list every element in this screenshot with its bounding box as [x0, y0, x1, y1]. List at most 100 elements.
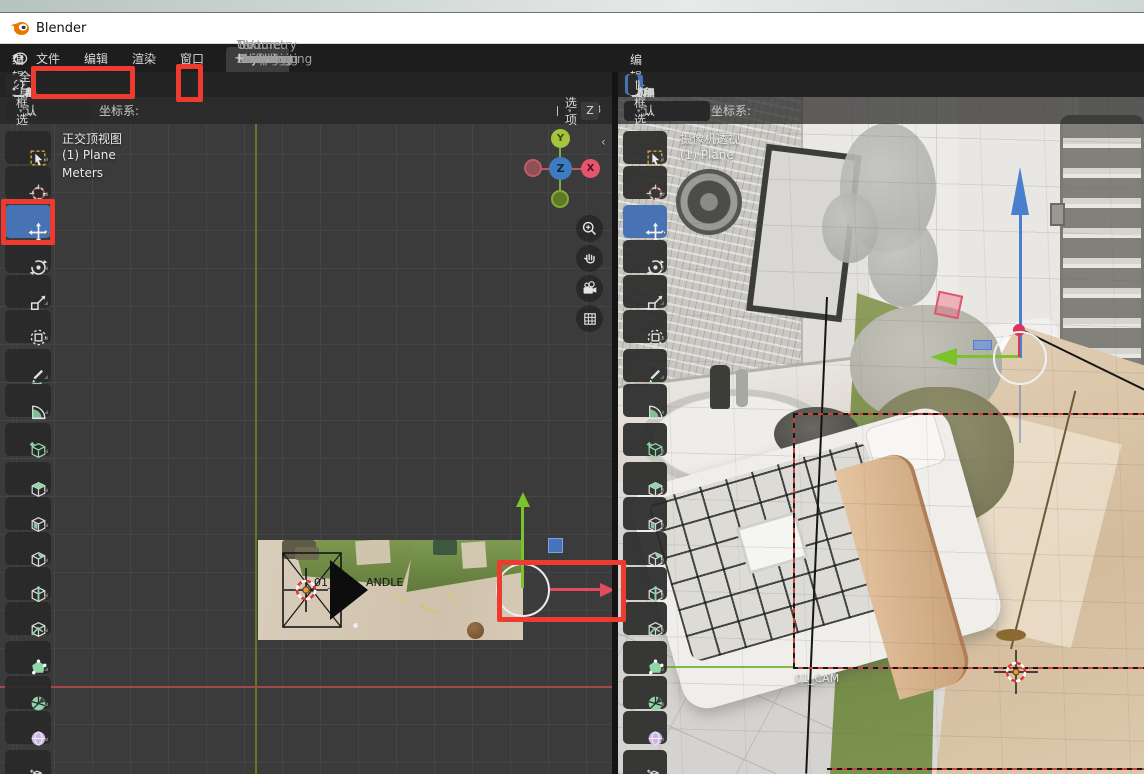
- tool-settings-right: 坐标系: 默认 ▾ 拖... 框选 ▾: [618, 97, 1144, 124]
- gizmo-center-circle[interactable]: [993, 331, 1047, 385]
- floor-marking: [448, 592, 457, 603]
- pan-hand-button[interactable]: [576, 245, 603, 272]
- desktop-strip: [0, 0, 1144, 13]
- blender-window: Blender 文件编辑渲染窗口帮助 LayoutModelingSculpti…: [0, 0, 1144, 774]
- tool-cursor-left[interactable]: [5, 166, 51, 199]
- chevron-down-icon: ▾: [568, 107, 572, 115]
- x-axis-line: [0, 686, 612, 688]
- nav-z-axis[interactable]: Z: [549, 157, 572, 180]
- nav-y-negative[interactable]: [551, 190, 569, 208]
- toggle-grid-button[interactable]: [576, 305, 603, 332]
- coord-label: 坐标系:: [99, 102, 139, 119]
- sidebar-collapse-arrow[interactable]: ‹: [601, 135, 606, 149]
- tool-add-cube-left[interactable]: [5, 423, 51, 456]
- tool-settings-left: 坐标系: 默认 ▾ 拖... 框选 ▾ XYZ 选项 ▾: [0, 97, 612, 124]
- chevron-down-icon: ▾: [19, 107, 23, 115]
- axis-toggle-z[interactable]: Z: [581, 102, 599, 120]
- tool-knife-left[interactable]: [5, 602, 51, 635]
- tool-edge-slide-right[interactable]: [623, 750, 667, 774]
- tool-move-right[interactable]: [623, 205, 667, 238]
- viewport-left[interactable]: 01_ ANDLE 正交顶视图 (1) Plane Meters ‹ Y X Z: [0, 97, 612, 774]
- menu-file[interactable]: 文件: [36, 50, 60, 67]
- camera-border-left: [793, 413, 795, 668]
- tool-poly-build-left[interactable]: [5, 641, 51, 674]
- 3d-cursor-icon: [283, 567, 329, 613]
- tool-smooth-left[interactable]: [5, 711, 51, 744]
- titlebar[interactable]: Blender: [0, 13, 1144, 44]
- annotation-mode-dropdown: [31, 66, 135, 99]
- gizmo-z-arrowhead[interactable]: [1011, 167, 1029, 215]
- viewport-right[interactable]: 01_CAM 摄像机透视 (1) Plane: [618, 97, 1144, 774]
- window-title: Blender: [36, 21, 86, 36]
- object-label: (1) Plane: [680, 148, 734, 162]
- viewport-header-right: ▾ 编辑模式 ▾ 视图选择添加网格顶点边面UV: [618, 72, 1144, 97]
- orientation-dropdown-partial[interactable]: [628, 74, 638, 95]
- y-axis-line: [658, 666, 794, 668]
- tool-inset-faces-right[interactable]: [623, 497, 667, 530]
- y-axis-line: [255, 97, 257, 774]
- 3d-cursor-icon: [993, 649, 1039, 695]
- nav-x-negative[interactable]: [524, 159, 542, 177]
- nav-x-positive[interactable]: X: [581, 159, 600, 178]
- tool-annotate-left[interactable]: [5, 349, 51, 382]
- tool-rotate-right[interactable]: [623, 240, 667, 273]
- tool-loop-cut-right[interactable]: [623, 567, 667, 600]
- gizmo-plane-handle-blue[interactable]: [973, 340, 992, 350]
- view-label: 正交顶视图: [62, 130, 122, 147]
- object-label: (1) Plane: [62, 148, 116, 162]
- zoom-button[interactable]: [576, 215, 603, 242]
- gizmo-plane-handle-red[interactable]: [934, 291, 963, 320]
- blender-logo-icon: [10, 19, 30, 37]
- tool-smooth-right[interactable]: [623, 711, 667, 744]
- menu-edit[interactable]: 编辑: [84, 50, 108, 67]
- render-scene: [618, 97, 1144, 774]
- tool-scale-right[interactable]: [623, 275, 667, 308]
- gizmo-y-arrowhead[interactable]: [930, 348, 957, 366]
- tool-poly-build-right[interactable]: [623, 641, 667, 674]
- scene-wireframe-overlay: [618, 97, 1144, 774]
- tool-bevel-right[interactable]: [623, 532, 667, 565]
- tool-extrude-region-left[interactable]: [5, 462, 51, 495]
- tool-scale-left[interactable]: [5, 275, 51, 308]
- tool-select-box-left[interactable]: [5, 131, 51, 164]
- select-box-dropdown[interactable]: 框选 ▾: [9, 101, 23, 121]
- options-dropdown[interactable]: 选项 ▾: [558, 101, 572, 121]
- menubar: 文件编辑渲染窗口帮助 LayoutModelingSculptingUV Edi…: [0, 44, 1144, 72]
- camera-view-button[interactable]: [576, 275, 603, 302]
- coord-label: 坐标系:: [711, 102, 751, 119]
- tool-select-box-right[interactable]: [623, 131, 667, 164]
- photo-object: [467, 622, 484, 639]
- tool-add-cube-right[interactable]: [623, 423, 667, 456]
- view-label: 摄像机透视: [680, 130, 740, 147]
- add-workspace-button[interactable]: +: [226, 46, 253, 72]
- tool-measure-left[interactable]: [5, 384, 51, 417]
- tool-extrude-region-right[interactable]: [623, 462, 667, 495]
- nav-gizmo[interactable]: Y X Z: [524, 129, 600, 215]
- tool-spin-left[interactable]: [5, 676, 51, 709]
- nav-y-positive[interactable]: Y: [551, 129, 570, 148]
- floor-marking: [420, 605, 436, 614]
- tool-spin-right[interactable]: [623, 676, 667, 709]
- orientation-axes-icon: [633, 78, 647, 92]
- tool-measure-right[interactable]: [623, 384, 667, 417]
- tool-cursor-right[interactable]: [623, 166, 667, 199]
- tool-transform-right[interactable]: [623, 310, 667, 343]
- select-box-dropdown[interactable]: 框选 ▾: [627, 101, 641, 121]
- tool-loop-cut-left[interactable]: [5, 567, 51, 600]
- camera-border-bottom: [793, 667, 1144, 669]
- units-label: Meters: [62, 166, 103, 180]
- annotation-move-tool: [1, 199, 55, 245]
- tool-inset-faces-left[interactable]: [5, 497, 51, 530]
- gizmo-plane-handle[interactable]: [548, 538, 563, 553]
- pivot-point-icon: [10, 77, 26, 93]
- tool-bevel-left[interactable]: [5, 532, 51, 565]
- tool-edge-slide-left[interactable]: [5, 750, 51, 774]
- menu-render[interactable]: 渲染: [132, 50, 156, 67]
- tool-annotate-right[interactable]: [623, 349, 667, 382]
- floor-marking: [394, 594, 406, 604]
- tool-knife-right[interactable]: [623, 602, 667, 635]
- floor-tile: [461, 541, 487, 569]
- tool-transform-left[interactable]: [5, 310, 51, 343]
- pivot-point-button[interactable]: [5, 74, 15, 95]
- gizmo-y-arrowhead[interactable]: [516, 492, 530, 507]
